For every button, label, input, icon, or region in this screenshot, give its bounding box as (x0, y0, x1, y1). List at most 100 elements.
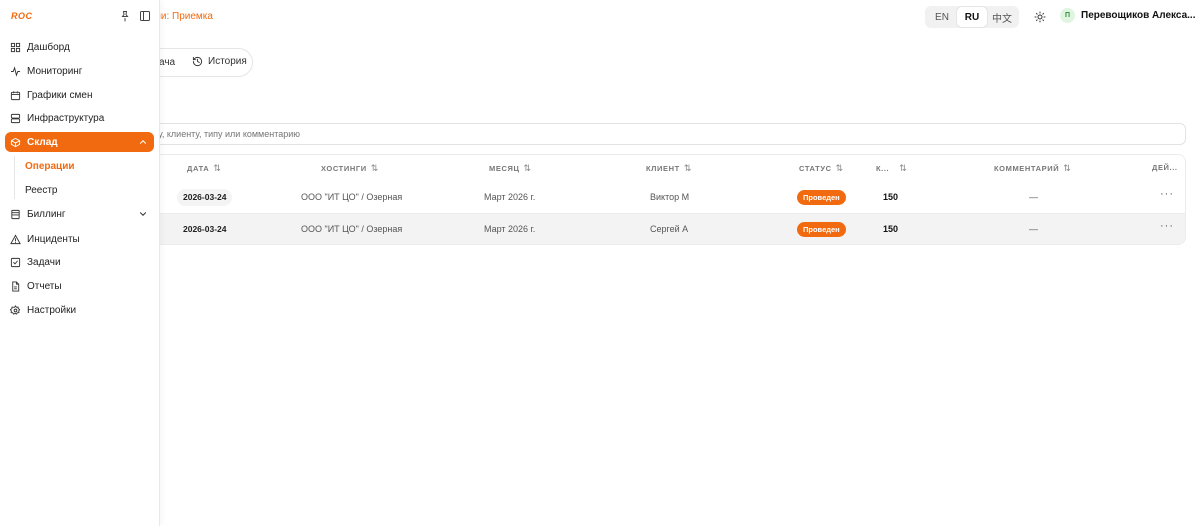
status-badge: Проведен (797, 222, 846, 237)
theme-toggle-button[interactable] (1031, 8, 1049, 26)
column-header-month[interactable]: МЕСЯЦ ⇅ (489, 163, 532, 174)
panel-left-icon (140, 11, 150, 21)
cell-hosting: ООО "ИТ ЦО" / Озерная (301, 224, 403, 234)
sort-icon: ⇅ (899, 163, 908, 173)
server-icon (10, 113, 21, 123)
sidebar-item-label: Задачи (27, 256, 61, 268)
cell-client: Виктор М (650, 192, 690, 202)
billing-icon (11, 209, 20, 219)
column-header-date[interactable]: ДАТА ⇅ (187, 163, 221, 174)
column-header-label: СТАТУС (799, 164, 832, 173)
tab-issue-label: ача (159, 57, 176, 68)
column-header-actions: ДЕЙ... (1152, 163, 1178, 172)
lang-zh-button[interactable]: 中文 (987, 7, 1017, 27)
column-header-quantity[interactable]: К... ⇅ (876, 163, 907, 174)
top-bar: ации: Приемка EN RU 中文 П Перевощиков Але… (0, 0, 1200, 33)
sidebar-item-incidents[interactable]: Инциденты (5, 229, 154, 249)
logo-text: ROC (11, 11, 33, 21)
column-header-label: КОММЕНТАРИЙ (994, 164, 1060, 173)
cell-comment: — (1029, 224, 1038, 234)
column-header-label: ДЕЙ... (1152, 163, 1178, 172)
sort-icon: ⇅ (213, 163, 222, 173)
sidebar-item-label: Отчеты (27, 280, 62, 292)
cell-quantity: 150 (883, 192, 899, 202)
user-menu[interactable]: П Перевощиков Алекса... (1060, 8, 1196, 23)
sort-icon: ⇅ (683, 163, 692, 173)
file-icon (12, 280, 20, 292)
pin-sidebar-button[interactable] (119, 10, 132, 23)
sidebar-item-label: Биллинг (27, 208, 66, 220)
collapse-sidebar-button[interactable] (139, 10, 152, 23)
sidebar-subitem-operations[interactable]: Операции (25, 161, 75, 172)
user-name: Перевощиков Алекса... (1081, 10, 1196, 21)
cell-month: Март 2026 г. (484, 224, 536, 234)
cell-hosting: ООО "ИТ ЦО" / Озерная (301, 192, 403, 202)
sidebar-item-label: Мониторинг (27, 65, 83, 77)
sidebar-item-label: Инциденты (27, 233, 80, 245)
sidebar-item-billing[interactable]: Биллинг (5, 204, 154, 224)
row-actions-button[interactable]: ··· (1160, 188, 1174, 200)
chevron-up-icon (139, 140, 147, 144)
row-actions-button[interactable]: ··· (1160, 220, 1174, 232)
sidebar-item-infrastructure[interactable]: Инфраструктура (5, 108, 154, 128)
avatar: П (1060, 8, 1075, 23)
logo[interactable]: ROC (11, 11, 33, 21)
cell-client: Сергей А (650, 224, 689, 234)
column-header-label: МЕСЯЦ (489, 164, 520, 173)
sun-icon (1034, 11, 1046, 23)
sidebar-item-schedules[interactable]: Графики смен (5, 85, 154, 105)
checkbox-icon (10, 257, 21, 267)
cell-month: Март 2026 г. (484, 192, 536, 202)
column-header-client[interactable]: КЛИЕНТ ⇅ (646, 163, 692, 174)
column-header-label: ХОСТИНГИ (321, 164, 367, 173)
language-switcher: EN RU 中文 (925, 6, 1019, 28)
calendar-icon (10, 90, 21, 100)
search-input[interactable] (140, 123, 1186, 145)
table-row[interactable]: 2026-03-24 ООО "ИТ ЦО" / Озерная Март 20… (141, 182, 1185, 214)
sidebar-item-tasks[interactable]: Задачи (5, 252, 154, 272)
cell-quantity: 150 (883, 224, 899, 234)
date-pill: 2026-03-24 (177, 189, 233, 206)
sidebar-item-dashboard[interactable]: Дашборд (5, 37, 154, 57)
sidebar-item-settings[interactable]: Настройки (5, 300, 154, 320)
sidebar-subitem-registry[interactable]: Реестр (25, 185, 58, 196)
sidebar-item-label: Настройки (27, 304, 77, 316)
column-header-comment[interactable]: КОММЕНТАРИЙ ⇅ (994, 163, 1071, 174)
cell-comment: — (1029, 192, 1038, 202)
box-icon (10, 137, 21, 147)
dashboard-icon (10, 42, 21, 52)
status-badge: Проведен (797, 190, 846, 205)
sort-icon: ⇅ (523, 163, 532, 173)
tab-history[interactable]: История (192, 56, 247, 67)
tab-issue[interactable]: ача (159, 57, 175, 68)
activity-icon (10, 65, 21, 77)
submenu-guide-line (14, 156, 15, 199)
column-header-label: КЛИЕНТ (646, 164, 680, 173)
sidebar-item-warehouse[interactable]: Склад (5, 132, 154, 152)
table-row[interactable]: 2026-03-24 ООО "ИТ ЦО" / Озерная Март 20… (141, 214, 1185, 244)
sidebar: ROC Дашборд Мониторинг Графики смен Инфр… (0, 0, 160, 526)
sidebar-item-label: Инфраструктура (27, 112, 105, 124)
chevron-down-icon (139, 212, 147, 216)
column-header-status[interactable]: СТАТУС ⇅ (799, 163, 844, 174)
sort-icon: ⇅ (835, 163, 844, 173)
tab-history-label: История (208, 56, 247, 67)
lang-en-button[interactable]: EN (927, 7, 957, 27)
sidebar-item-monitoring[interactable]: Мониторинг (5, 61, 154, 81)
sidebar-item-reports[interactable]: Отчеты (5, 276, 154, 296)
history-icon (192, 56, 203, 67)
operations-table: ДАТА ⇅ ХОСТИНГИ ⇅ МЕСЯЦ ⇅ КЛИЕНТ ⇅ СТАТУС ⇅ К… (140, 154, 1186, 245)
gear-icon (10, 304, 21, 315)
date-pill: 2026-03-24 (177, 221, 232, 238)
sidebar-item-label: Дашборд (27, 41, 70, 53)
main-content: ации: Приемка EN RU 中文 П Перевощиков Але… (0, 0, 1200, 526)
sidebar-item-label: Склад (27, 136, 58, 148)
column-header-hosting[interactable]: ХОСТИНГИ ⇅ (321, 163, 379, 174)
lang-ru-button[interactable]: RU (957, 7, 987, 27)
sort-icon: ⇅ (370, 163, 379, 173)
cell-date: 2026-03-24 (183, 192, 227, 202)
sidebar-item-label: Графики смен (27, 89, 93, 101)
pin-icon (121, 11, 129, 22)
column-header-label: ДАТА (187, 164, 210, 173)
cell-date: 2026-03-24 (183, 224, 227, 234)
